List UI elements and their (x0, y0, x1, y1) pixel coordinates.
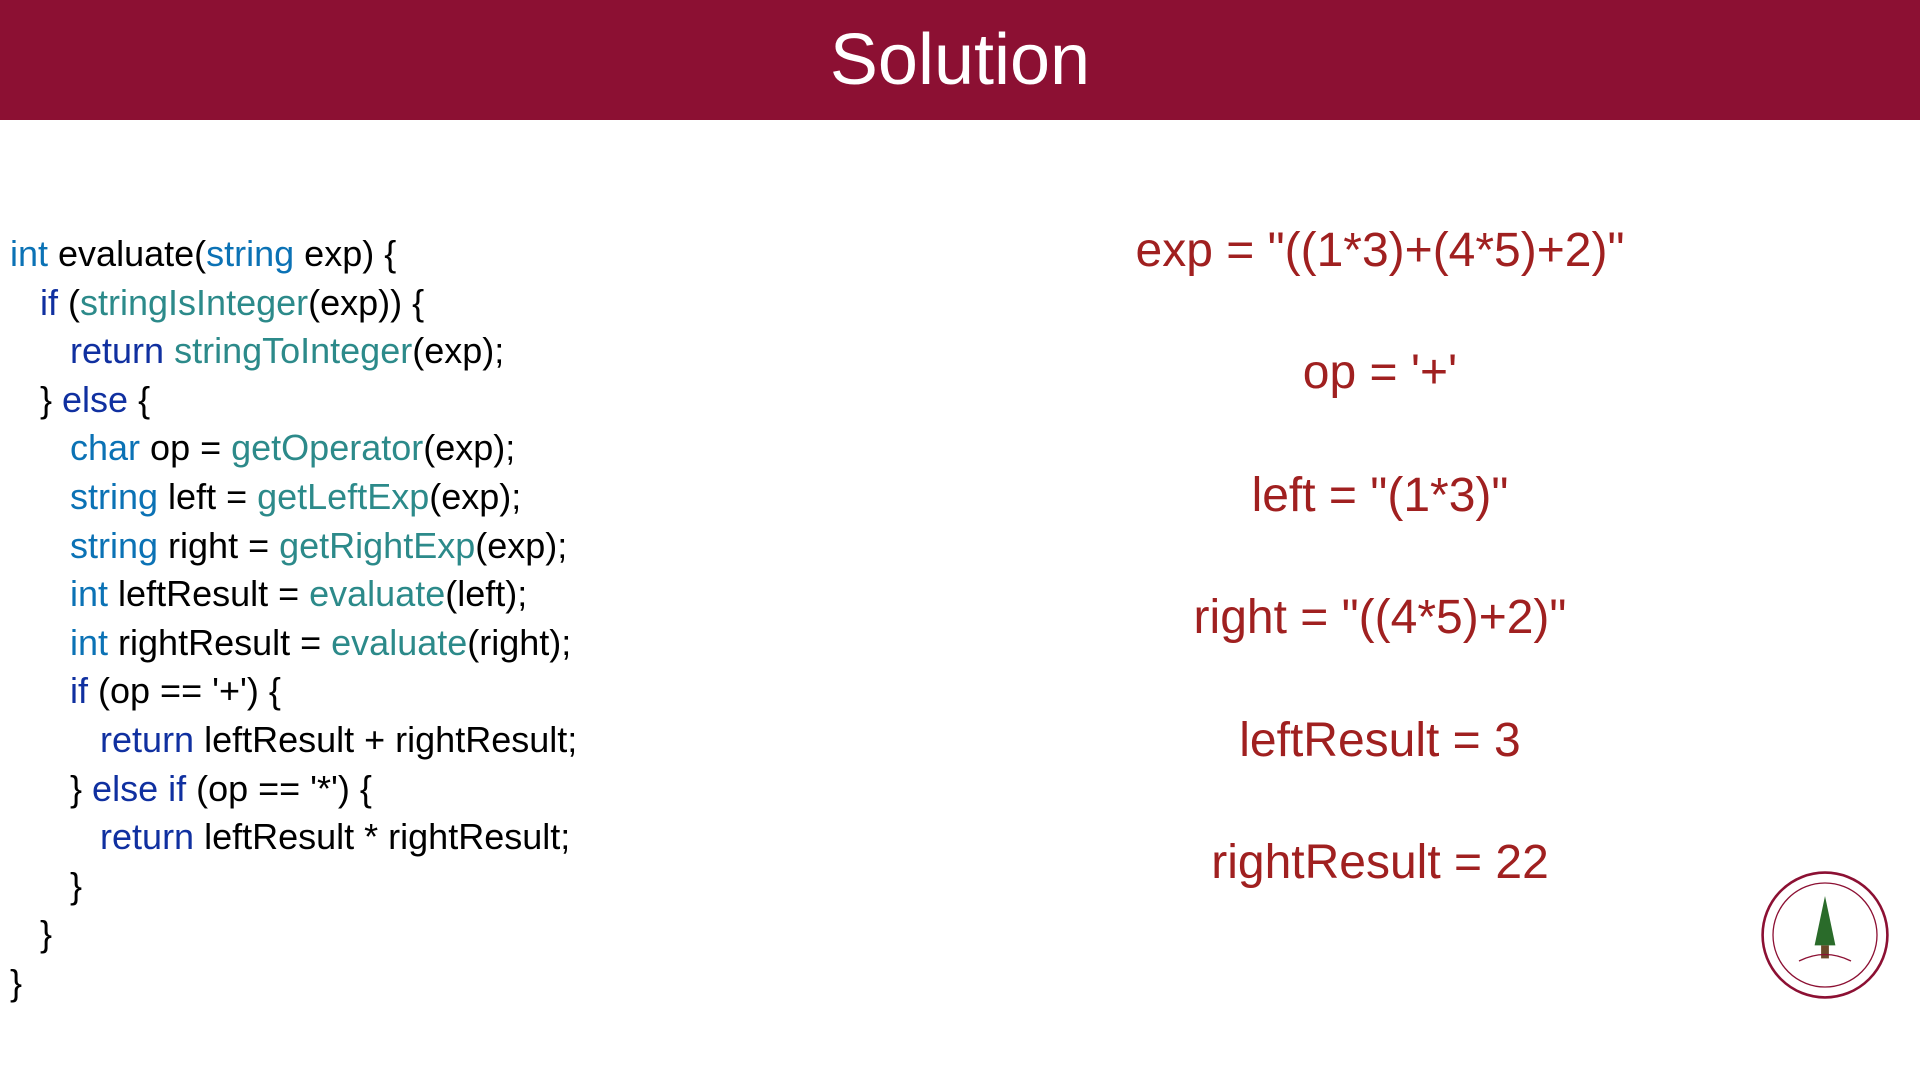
code-token: evaluate (309, 573, 445, 614)
code-token: getRightExp (279, 525, 475, 566)
code-token: evaluate (331, 622, 467, 663)
code-block: int evaluate(string exp) { if (stringIsI… (10, 230, 577, 1008)
code-token: op = (140, 427, 231, 468)
code-token: evaluate( (48, 233, 206, 274)
stanford-seal-icon (1760, 870, 1890, 1000)
code-token: right = (158, 525, 279, 566)
code-token: (exp); (429, 476, 521, 517)
code-token: else if (92, 768, 186, 809)
code-token: ( (58, 282, 80, 323)
trace-op: op = '+' (1000, 342, 1760, 404)
code-token: int (10, 233, 48, 274)
code-token: getLeftExp (257, 476, 429, 517)
code-token (10, 476, 70, 517)
code-token: { (128, 379, 150, 420)
trace-exp: exp = "((1*3)+(4*5)+2)" (1000, 220, 1760, 282)
code-token: return (70, 330, 164, 371)
slide: Solution int evaluate(string exp) { if (… (0, 0, 1920, 1080)
code-token: (exp); (423, 427, 515, 468)
code-token: } (10, 865, 82, 906)
trace-left-result: leftResult = 3 (1000, 710, 1760, 772)
code-token: stringIsInteger (80, 282, 308, 323)
code-token: exp) { (294, 233, 396, 274)
code-token: leftResult * rightResult; (194, 816, 570, 857)
code-token: } (10, 768, 92, 809)
code-token: char (70, 427, 140, 468)
code-token (10, 427, 70, 468)
trace-left: left = "(1*3)" (1000, 465, 1760, 527)
code-token: return (100, 816, 194, 857)
code-token: getOperator (231, 427, 423, 468)
trace-right-result: rightResult = 22 (1000, 832, 1760, 894)
code-token (10, 282, 40, 323)
code-token: } (10, 913, 52, 954)
code-token: if (40, 282, 58, 323)
code-token: rightResult = (108, 622, 331, 663)
code-token (10, 719, 100, 760)
slide-header: Solution (0, 0, 1920, 120)
code-token (10, 622, 70, 663)
code-token: (right); (467, 622, 571, 663)
code-token: leftResult = (108, 573, 309, 614)
code-token (164, 330, 174, 371)
code-token (10, 525, 70, 566)
code-token (10, 670, 70, 711)
code-token: (exp)) { (308, 282, 424, 323)
code-token: (exp); (412, 330, 504, 371)
code-token: } (10, 379, 62, 420)
code-token: } (10, 962, 22, 1003)
code-token: int (70, 622, 108, 663)
code-token: string (70, 476, 158, 517)
code-token: leftResult + rightResult; (194, 719, 577, 760)
code-token (10, 330, 70, 371)
code-token: if (70, 670, 88, 711)
code-token: else (62, 379, 128, 420)
code-token: (op == '+') { (88, 670, 281, 711)
trace-right: right = "((4*5)+2)" (1000, 587, 1760, 649)
slide-title: Solution (830, 19, 1090, 101)
trace-panel: exp = "((1*3)+(4*5)+2)" op = '+' left = … (1000, 220, 1760, 954)
code-token: return (100, 719, 194, 760)
code-token (10, 816, 100, 857)
code-token: int (70, 573, 108, 614)
slide-content: int evaluate(string exp) { if (stringIsI… (0, 180, 1920, 1020)
code-token: string (70, 525, 158, 566)
code-token: left = (158, 476, 257, 517)
code-token: (left); (445, 573, 527, 614)
code-token: (op == '*') { (186, 768, 372, 809)
code-token: stringToInteger (174, 330, 412, 371)
code-token: (exp); (475, 525, 567, 566)
code-token: string (206, 233, 294, 274)
code-token (10, 573, 70, 614)
